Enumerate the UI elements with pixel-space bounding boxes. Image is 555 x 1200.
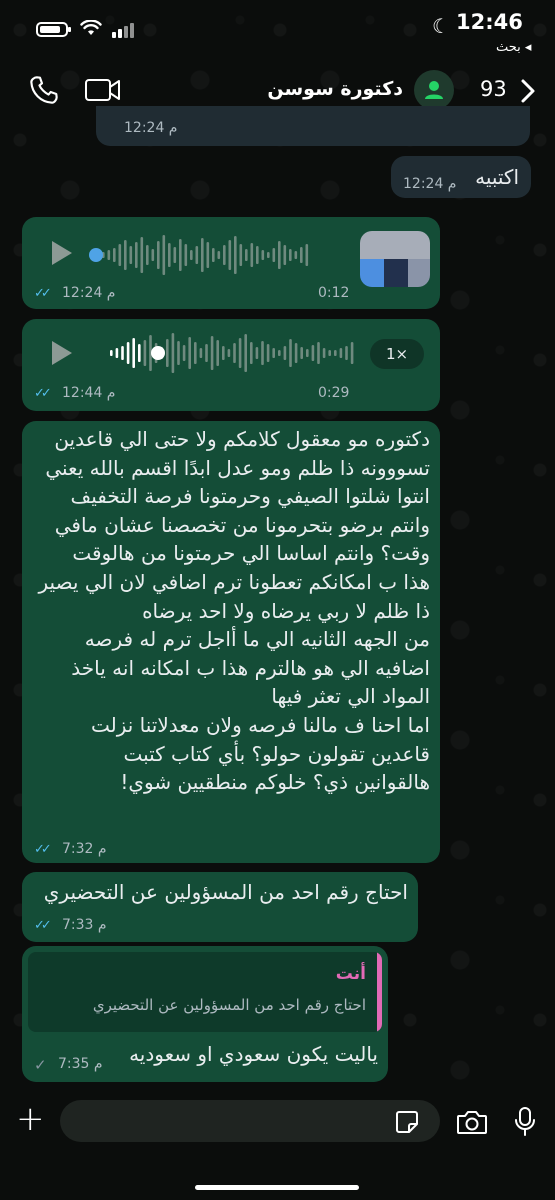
composer-bar: + xyxy=(0,1092,555,1200)
message-line: قاعدين تقولون حولو؟ بأي كتاب كتبت xyxy=(123,741,430,766)
read-ticks: ✓✓ xyxy=(34,386,52,401)
message-text: دكتوره مو معقول كلامكم ولا حتى الي قاعدي… xyxy=(32,425,430,797)
playback-speed-label: 1× xyxy=(385,345,409,363)
status-bar: ☾ 12:46 بحث ◂ xyxy=(0,0,555,55)
reply-accent-bar xyxy=(377,952,382,1032)
message-time: 12:24 م xyxy=(403,176,457,192)
message-time: 12:24 م xyxy=(62,285,116,301)
voice-message[interactable]: 1× ✓✓ 12:44 م 0:29 xyxy=(22,319,440,411)
message-time: 12:44 م xyxy=(62,385,116,401)
play-icon[interactable] xyxy=(52,241,72,265)
message-line: وانتم برضو بتحرمونا من تخصصنا عشان مافي xyxy=(54,512,430,537)
message-time: 7:33 م xyxy=(62,917,107,933)
contact-name[interactable]: دكتورة سوسن xyxy=(267,78,403,100)
mic-icon[interactable] xyxy=(514,1106,536,1138)
message-line: من الجهه الثانيه الي ما أاجل ترم له فرصه xyxy=(84,627,430,652)
signal-icon xyxy=(112,23,134,38)
voice-duration: 0:29 xyxy=(318,385,350,401)
reply-author: أنت xyxy=(335,964,366,984)
message-line: المواد الي تعثر فيها xyxy=(271,684,430,709)
reply-text: احتاج رقم احد من المسؤولين عن التحضيري xyxy=(92,996,366,1014)
chevron-right-icon[interactable] xyxy=(520,78,536,104)
message-bubble[interactable]: أنت احتاج رقم احد من المسؤولين عن التحضي… xyxy=(22,946,388,1082)
phone-icon[interactable] xyxy=(28,74,60,106)
clock: 12:46 xyxy=(456,10,523,34)
message-bubble[interactable]: دكتوره مو معقول كلامكم ولا حتى الي قاعدي… xyxy=(22,421,440,863)
sender-avatar xyxy=(360,231,430,287)
voice-waveform[interactable] xyxy=(88,231,318,279)
battery-icon xyxy=(36,22,71,37)
avatar[interactable] xyxy=(414,70,454,110)
voice-message[interactable]: ✓✓ 12:24 م 0:12 xyxy=(22,217,440,309)
camera-icon[interactable] xyxy=(456,1109,488,1135)
message-text: احتاج رقم احد من المسؤولين عن التحضيري xyxy=(43,880,408,904)
playback-speed-button[interactable]: 1× xyxy=(370,339,424,369)
message-line: هذا ب امكانكم تعطونا ترم اضافي لان الي ي… xyxy=(38,569,430,594)
message-line: اما احنا ف مالنا فرصه ولان معدلاتنا نزلت xyxy=(90,712,430,737)
message-time: 12:24 م xyxy=(124,120,178,136)
message-line: انتوا شلتوا الصيفي وحرمتونا فرصة التخفيف xyxy=(70,484,430,509)
message-bubble[interactable]: احتاج رقم احد من المسؤولين عن التحضيري ✓… xyxy=(22,872,418,942)
message-line: ذا ظلم لا ربي يرضاه ولا احد يرضاه xyxy=(142,598,430,623)
read-ticks: ✓✓ xyxy=(34,842,52,857)
back-to-search-link[interactable]: بحث ◂ xyxy=(496,40,531,55)
home-indicator xyxy=(195,1185,359,1190)
sticker-icon[interactable] xyxy=(394,1109,420,1135)
message-time: 7:35 م xyxy=(58,1056,103,1072)
message-bubble[interactable]: 12:24 م اكتبيه xyxy=(391,156,531,198)
wifi-icon xyxy=(80,20,102,35)
message-text: ياليت يكون سعودي او سعوديه xyxy=(129,1042,378,1066)
play-icon[interactable] xyxy=(52,341,72,365)
message-bubble[interactable]: 12:24 م xyxy=(96,106,530,146)
message-line: وقت؟ وانتم اساسا الي حرمتونا من هالوقت xyxy=(72,541,430,566)
message-line: تسووونه ذا ظلم ومو عدل ابدًا اقسم بالله … xyxy=(45,455,430,480)
avatar-icon xyxy=(425,81,443,99)
voice-waveform[interactable] xyxy=(96,329,356,377)
message-text: اكتبيه xyxy=(475,165,519,189)
moon-icon: ☾ xyxy=(432,14,450,38)
message-line: هالقوانين ذي؟ خلوكم منطقيين شوي! xyxy=(120,770,430,795)
read-ticks: ✓✓ xyxy=(34,286,52,301)
plus-icon[interactable]: + xyxy=(16,1102,45,1136)
read-ticks: ✓✓ xyxy=(34,918,52,933)
message-input[interactable] xyxy=(60,1100,440,1142)
message-line: اضافيه الي هو هالترم هذا ب امكانه انه يا… xyxy=(71,655,430,680)
voice-duration: 0:12 xyxy=(318,285,350,301)
message-line: دكتوره مو معقول كلامكم ولا حتى الي قاعدي… xyxy=(54,427,430,451)
video-icon[interactable] xyxy=(84,76,122,104)
quoted-reply[interactable]: أنت احتاج رقم احد من المسؤولين عن التحضي… xyxy=(28,952,382,1032)
sent-tick: ✓ xyxy=(34,1056,47,1074)
message-time: 7:32 م xyxy=(62,841,107,857)
unread-count[interactable]: 93 xyxy=(480,77,507,101)
